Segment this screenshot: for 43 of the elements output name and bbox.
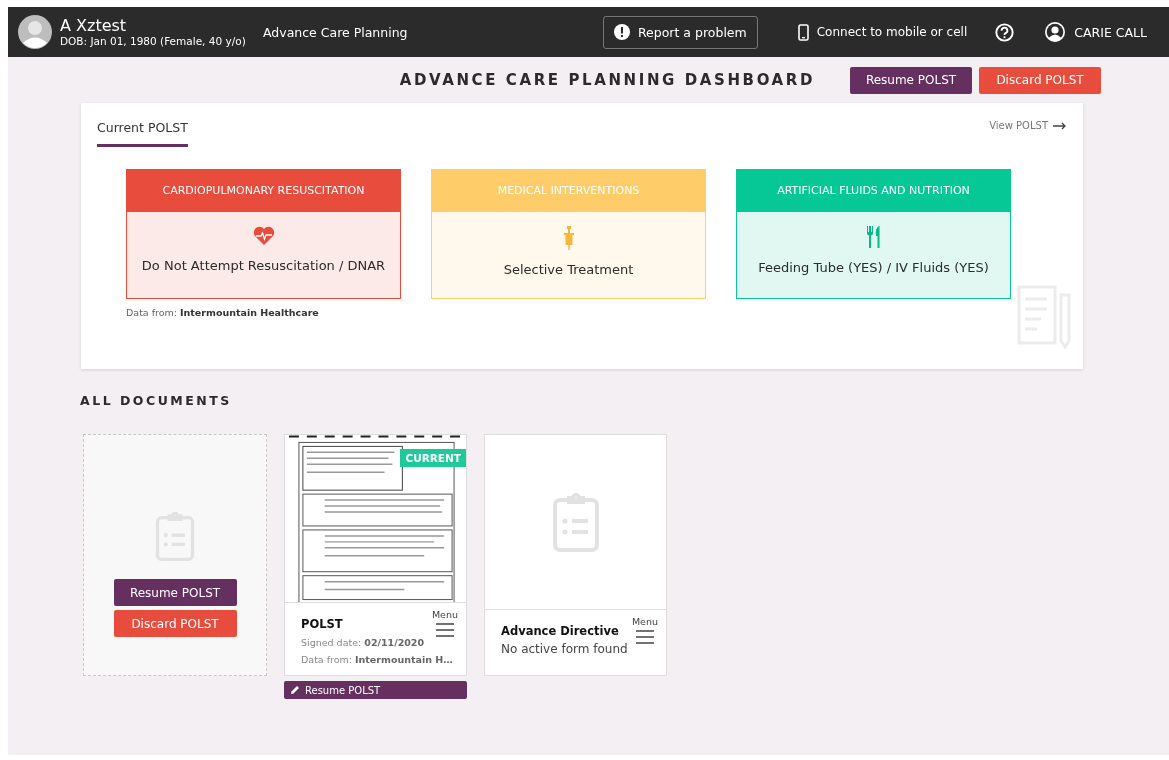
syringe-icon — [561, 226, 576, 250]
order-value: Selective Treatment — [503, 262, 634, 277]
menu-button[interactable]: Menu — [631, 616, 658, 644]
section-title: Current POLST — [97, 120, 188, 135]
menu-icon — [434, 623, 455, 637]
connect-mobile-link[interactable]: Connect to mobile or cell — [797, 23, 968, 41]
document-title: POLST — [301, 617, 343, 631]
resume-polst-button[interactable]: Resume POLST — [850, 66, 972, 94]
help-icon[interactable] — [995, 22, 1015, 42]
order-heading: CARDIOPULMONARY RESUSCITATION — [162, 184, 365, 197]
current-badge: CURRENT — [400, 449, 466, 467]
pencil-icon — [290, 685, 300, 695]
phone-icon — [797, 23, 809, 41]
order-heading: MEDICAL INTERVENTIONS — [497, 184, 640, 197]
resume-polst-button[interactable]: Resume POLST — [113, 579, 237, 606]
heart-icon — [252, 226, 275, 246]
view-polst-link[interactable]: View POLST — [989, 120, 1067, 131]
document-status: No active form found — [501, 642, 629, 656]
clipboard-icon — [551, 492, 600, 552]
avatar-icon — [18, 15, 52, 49]
resume-polst-button[interactable]: Resume POLST — [284, 681, 467, 699]
data-source: Data from: Intermountain Healthcare — [126, 307, 319, 318]
user-name[interactable]: CARIE CALL — [1074, 24, 1147, 40]
arrow-icon — [1053, 121, 1067, 130]
signed-date: Signed date: 02/11/2020 — [301, 637, 425, 648]
menu-icon — [634, 630, 655, 644]
section-title: ALL DOCUMENTS — [80, 393, 233, 408]
user-icon[interactable] — [1044, 21, 1067, 43]
discard-polst-button[interactable]: Discard POLST — [979, 66, 1101, 94]
document-title: Advance Directive — [501, 624, 619, 638]
patient-name: A Xztest — [60, 17, 128, 35]
fork-knife-icon — [865, 226, 882, 248]
order-heading: ARTIFICIAL FLUIDS AND NUTRITION — [777, 184, 970, 197]
dashboard-title: ADVANCE CARE PLANNING DASHBOARD — [398, 71, 816, 89]
order-value: Feeding Tube (YES) / IV Fluids (YES) — [758, 260, 989, 275]
menu-button[interactable]: Menu — [431, 609, 458, 637]
patient-info: DOB: Jan 01, 1980 (Female, 40 y/o) — [60, 35, 246, 47]
app-title: Advance Care Planning — [263, 24, 408, 40]
report-problem-button[interactable]: Report a problem — [602, 15, 758, 49]
discard-polst-button[interactable]: Discard POLST — [113, 610, 237, 637]
exclamation-icon — [613, 24, 630, 40]
data-source: Data from: Intermountain H… — [301, 654, 453, 665]
order-value: Do Not Attempt Resuscitation / DNAR — [141, 258, 386, 273]
